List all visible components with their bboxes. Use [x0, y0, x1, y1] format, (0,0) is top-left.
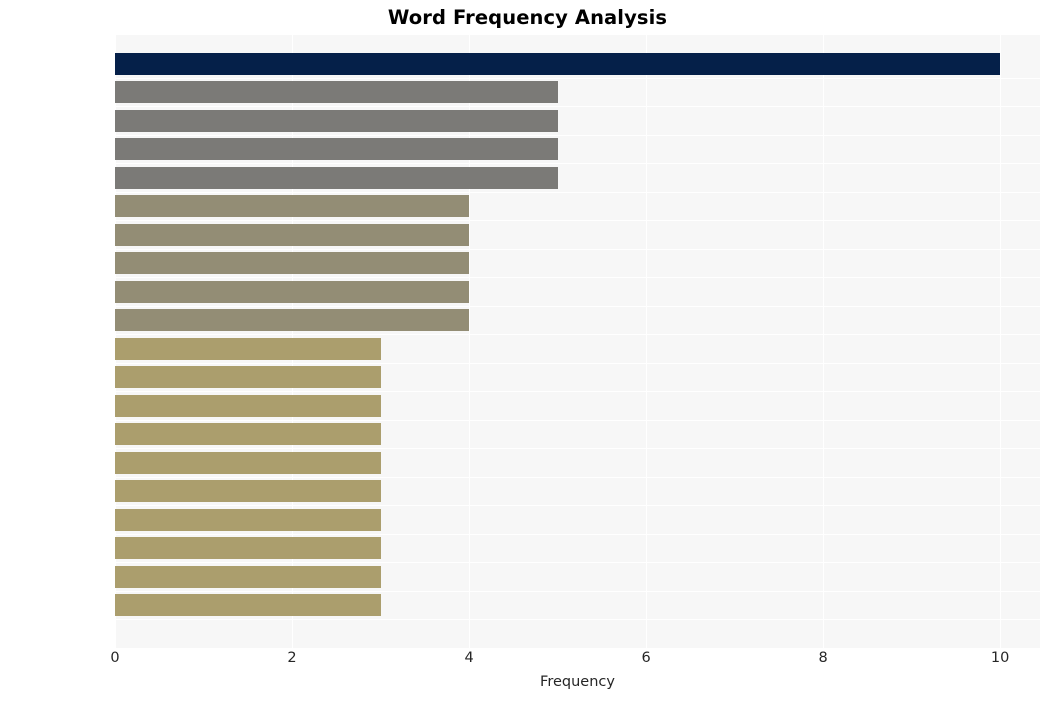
x-axis-tick-label: 2	[287, 650, 297, 666]
chart-title: Word Frequency Analysis	[387, 6, 668, 29]
x-axis-tick-label: 6	[641, 650, 651, 666]
x-axis-title: Frequency	[540, 674, 615, 690]
y-axis-tick-labels: securitytoolmalwareaccountthreatcloudatt…	[0, 35, 1055, 648]
x-axis-tick-label: 8	[818, 650, 828, 666]
x-axis-tick-label: 0	[110, 650, 120, 666]
x-axis-tick-label: 10	[990, 650, 1010, 666]
x-axis-tick-label: 4	[464, 650, 474, 666]
word-frequency-chart-figure: Word Frequency Analysis securitytoolmalw…	[0, 0, 1055, 701]
x-axis-tick-labels: 0 2 4 6 8 10	[0, 650, 1055, 676]
